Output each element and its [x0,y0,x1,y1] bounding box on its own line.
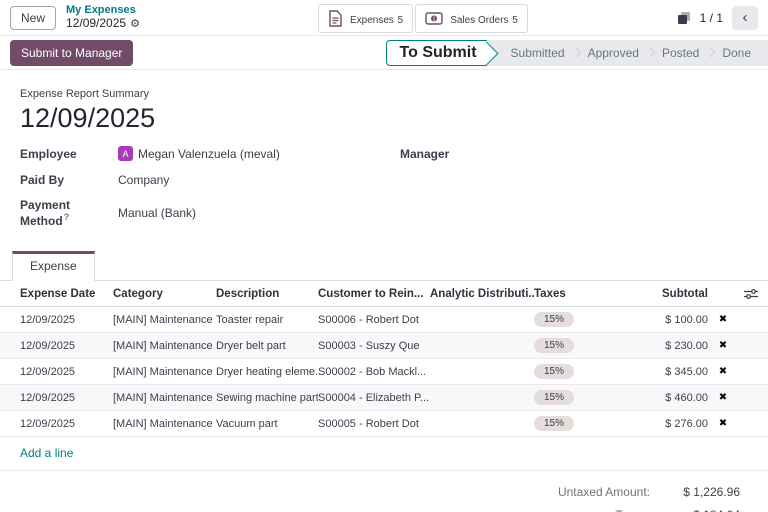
cell-customer[interactable]: S00005 - Robert Dot [318,418,430,430]
col-customer[interactable]: Customer to Rein... [318,288,430,300]
table-row[interactable]: 12/09/2025 [MAIN] Maintenance Toaster re… [0,307,768,333]
tab-expense[interactable]: Expense [12,251,95,281]
cell-description[interactable]: Toaster repair [216,314,318,326]
action-bar: Submit to Manager To Submit Submitted Ap… [0,36,768,70]
pager-previous-button[interactable]: ‹ [732,6,758,30]
stat-label: Sales Orders [450,15,508,26]
breadcrumb: My Expenses 12/09/2025 ⚙ [66,4,140,30]
tax-badge[interactable]: 15% [534,338,574,353]
tax-badge[interactable]: 15% [534,364,574,379]
cell-subtotal[interactable]: $ 276.00 [618,418,708,430]
employee-value[interactable]: Megan Valenzuela (meval) [138,147,280,161]
employee-label: Employee [20,147,118,161]
paid-by-label: Paid By [20,173,118,187]
col-category[interactable]: Category [113,288,216,300]
record-pager: 1 / 1 ‹ [677,6,758,30]
employee-field[interactable]: A Megan Valenzuela (meval) [118,146,280,161]
payment-method-value[interactable]: Manual (Bank) [118,206,196,220]
document-icon [328,10,343,27]
stat-count: 5 [398,15,404,26]
tax-badge[interactable]: 15% [534,312,574,327]
untaxed-amount-value: $ 1,226.96 [662,485,740,499]
cell-category[interactable]: [MAIN] Maintenance [113,366,216,378]
avatar: A [118,146,133,161]
manager-label: Manager [400,147,498,161]
gear-icon[interactable]: ⚙ [130,18,140,31]
cell-category[interactable]: [MAIN] Maintenance [113,392,216,404]
col-subtotal[interactable]: Subtotal [618,288,708,300]
status-step-posted[interactable]: Posted [651,46,710,60]
svg-text:1: 1 [433,17,436,23]
taxes-label: Taxes: [480,508,650,512]
untaxed-amount-label: Untaxed Amount: [480,485,650,499]
sales-orders-stat-button[interactable]: 1 Sales Orders 5 [415,4,528,33]
cell-date[interactable]: 12/09/2025 [20,418,113,430]
table-row[interactable]: 12/09/2025 [MAIN] Maintenance Sewing mac… [0,385,768,411]
cell-date[interactable]: 12/09/2025 [20,314,113,326]
col-description[interactable]: Description [216,288,318,300]
help-icon[interactable]: ? [64,212,70,222]
form-sheet: Expense Report Summary 12/09/2025 Employ… [0,70,768,512]
delete-row-icon[interactable]: ✖ [708,314,738,325]
col-analytic[interactable]: Analytic Distributi... [430,288,534,300]
cell-description[interactable]: Dryer belt part [216,340,318,352]
paid-by-value[interactable]: Company [118,173,169,187]
new-button[interactable]: New [10,6,56,30]
cell-date[interactable]: 12/09/2025 [20,366,113,378]
add-a-line-link[interactable]: Add a line [20,446,73,460]
status-bar: To Submit Submitted Approved Posted Done [386,40,768,66]
pager-count: 1 / 1 [700,11,723,25]
delete-row-icon[interactable]: ✖ [708,340,738,351]
tax-badge[interactable]: 15% [534,416,574,431]
status-step-submitted[interactable]: Submitted [500,46,576,60]
notebook-tabs: Expense [0,251,768,281]
cell-subtotal[interactable]: $ 230.00 [618,340,708,352]
layers-icon[interactable] [677,11,691,25]
money-icon: 1 [425,12,443,25]
payment-method-label: Payment Method? [20,198,118,228]
cell-description[interactable]: Sewing machine part [216,392,318,404]
col-expense-date[interactable]: Expense Date [20,288,113,300]
tax-badge[interactable]: 15% [534,390,574,405]
cell-description[interactable]: Vacuum part [216,418,318,430]
col-taxes[interactable]: Taxes [534,288,618,300]
totals-section: Untaxed Amount: $ 1,226.96 Taxes: $ 184.… [0,471,768,512]
status-step-approved[interactable]: Approved [577,46,650,60]
top-bar: New My Expenses 12/09/2025 ⚙ Expenses 5 … [0,0,768,36]
cell-subtotal[interactable]: $ 100.00 [618,314,708,326]
status-step-to-submit[interactable]: To Submit [386,40,487,66]
cell-customer[interactable]: S00004 - Elizabeth P... [318,392,430,404]
cell-category[interactable]: [MAIN] Maintenance [113,314,216,326]
cell-customer[interactable]: S00006 - Robert Dot [318,314,430,326]
optional-columns-icon[interactable] [738,288,764,300]
table-row[interactable]: 12/09/2025 [MAIN] Maintenance Dryer heat… [0,359,768,385]
table-header-row: Expense Date Category Description Custom… [0,281,768,307]
cell-category[interactable]: [MAIN] Maintenance [113,340,216,352]
form-fields: Employee A Megan Valenzuela (meval) Paid… [20,146,748,239]
taxes-value: $ 184.04 [662,508,740,512]
stat-button-group: Expenses 5 1 Sales Orders 5 [318,4,528,33]
cell-date[interactable]: 12/09/2025 [20,340,113,352]
report-title[interactable]: 12/09/2025 [20,103,748,134]
cell-category[interactable]: [MAIN] Maintenance [113,418,216,430]
cell-subtotal[interactable]: $ 345.00 [618,366,708,378]
expense-lines-table: Expense Date Category Description Custom… [0,281,768,471]
table-row[interactable]: 12/09/2025 [MAIN] Maintenance Vacuum par… [0,411,768,437]
cell-date[interactable]: 12/09/2025 [20,392,113,404]
summary-label: Expense Report Summary [20,88,748,100]
cell-customer[interactable]: S00002 - Bob Mackl... [318,366,430,378]
cell-customer[interactable]: S00003 - Suszy Que [318,340,430,352]
expenses-stat-button[interactable]: Expenses 5 [318,4,413,33]
delete-row-icon[interactable]: ✖ [708,392,738,403]
delete-row-icon[interactable]: ✖ [708,366,738,377]
status-step-done[interactable]: Done [711,46,762,60]
table-row[interactable]: 12/09/2025 [MAIN] Maintenance Dryer belt… [0,333,768,359]
submit-to-manager-button[interactable]: Submit to Manager [10,40,133,66]
cell-subtotal[interactable]: $ 460.00 [618,392,708,404]
breadcrumb-current: 12/09/2025 [66,17,126,31]
cell-description[interactable]: Dryer heating eleme... [216,366,318,378]
stat-label: Expenses [350,15,394,26]
delete-row-icon[interactable]: ✖ [708,418,738,429]
stat-count: 5 [512,15,518,26]
